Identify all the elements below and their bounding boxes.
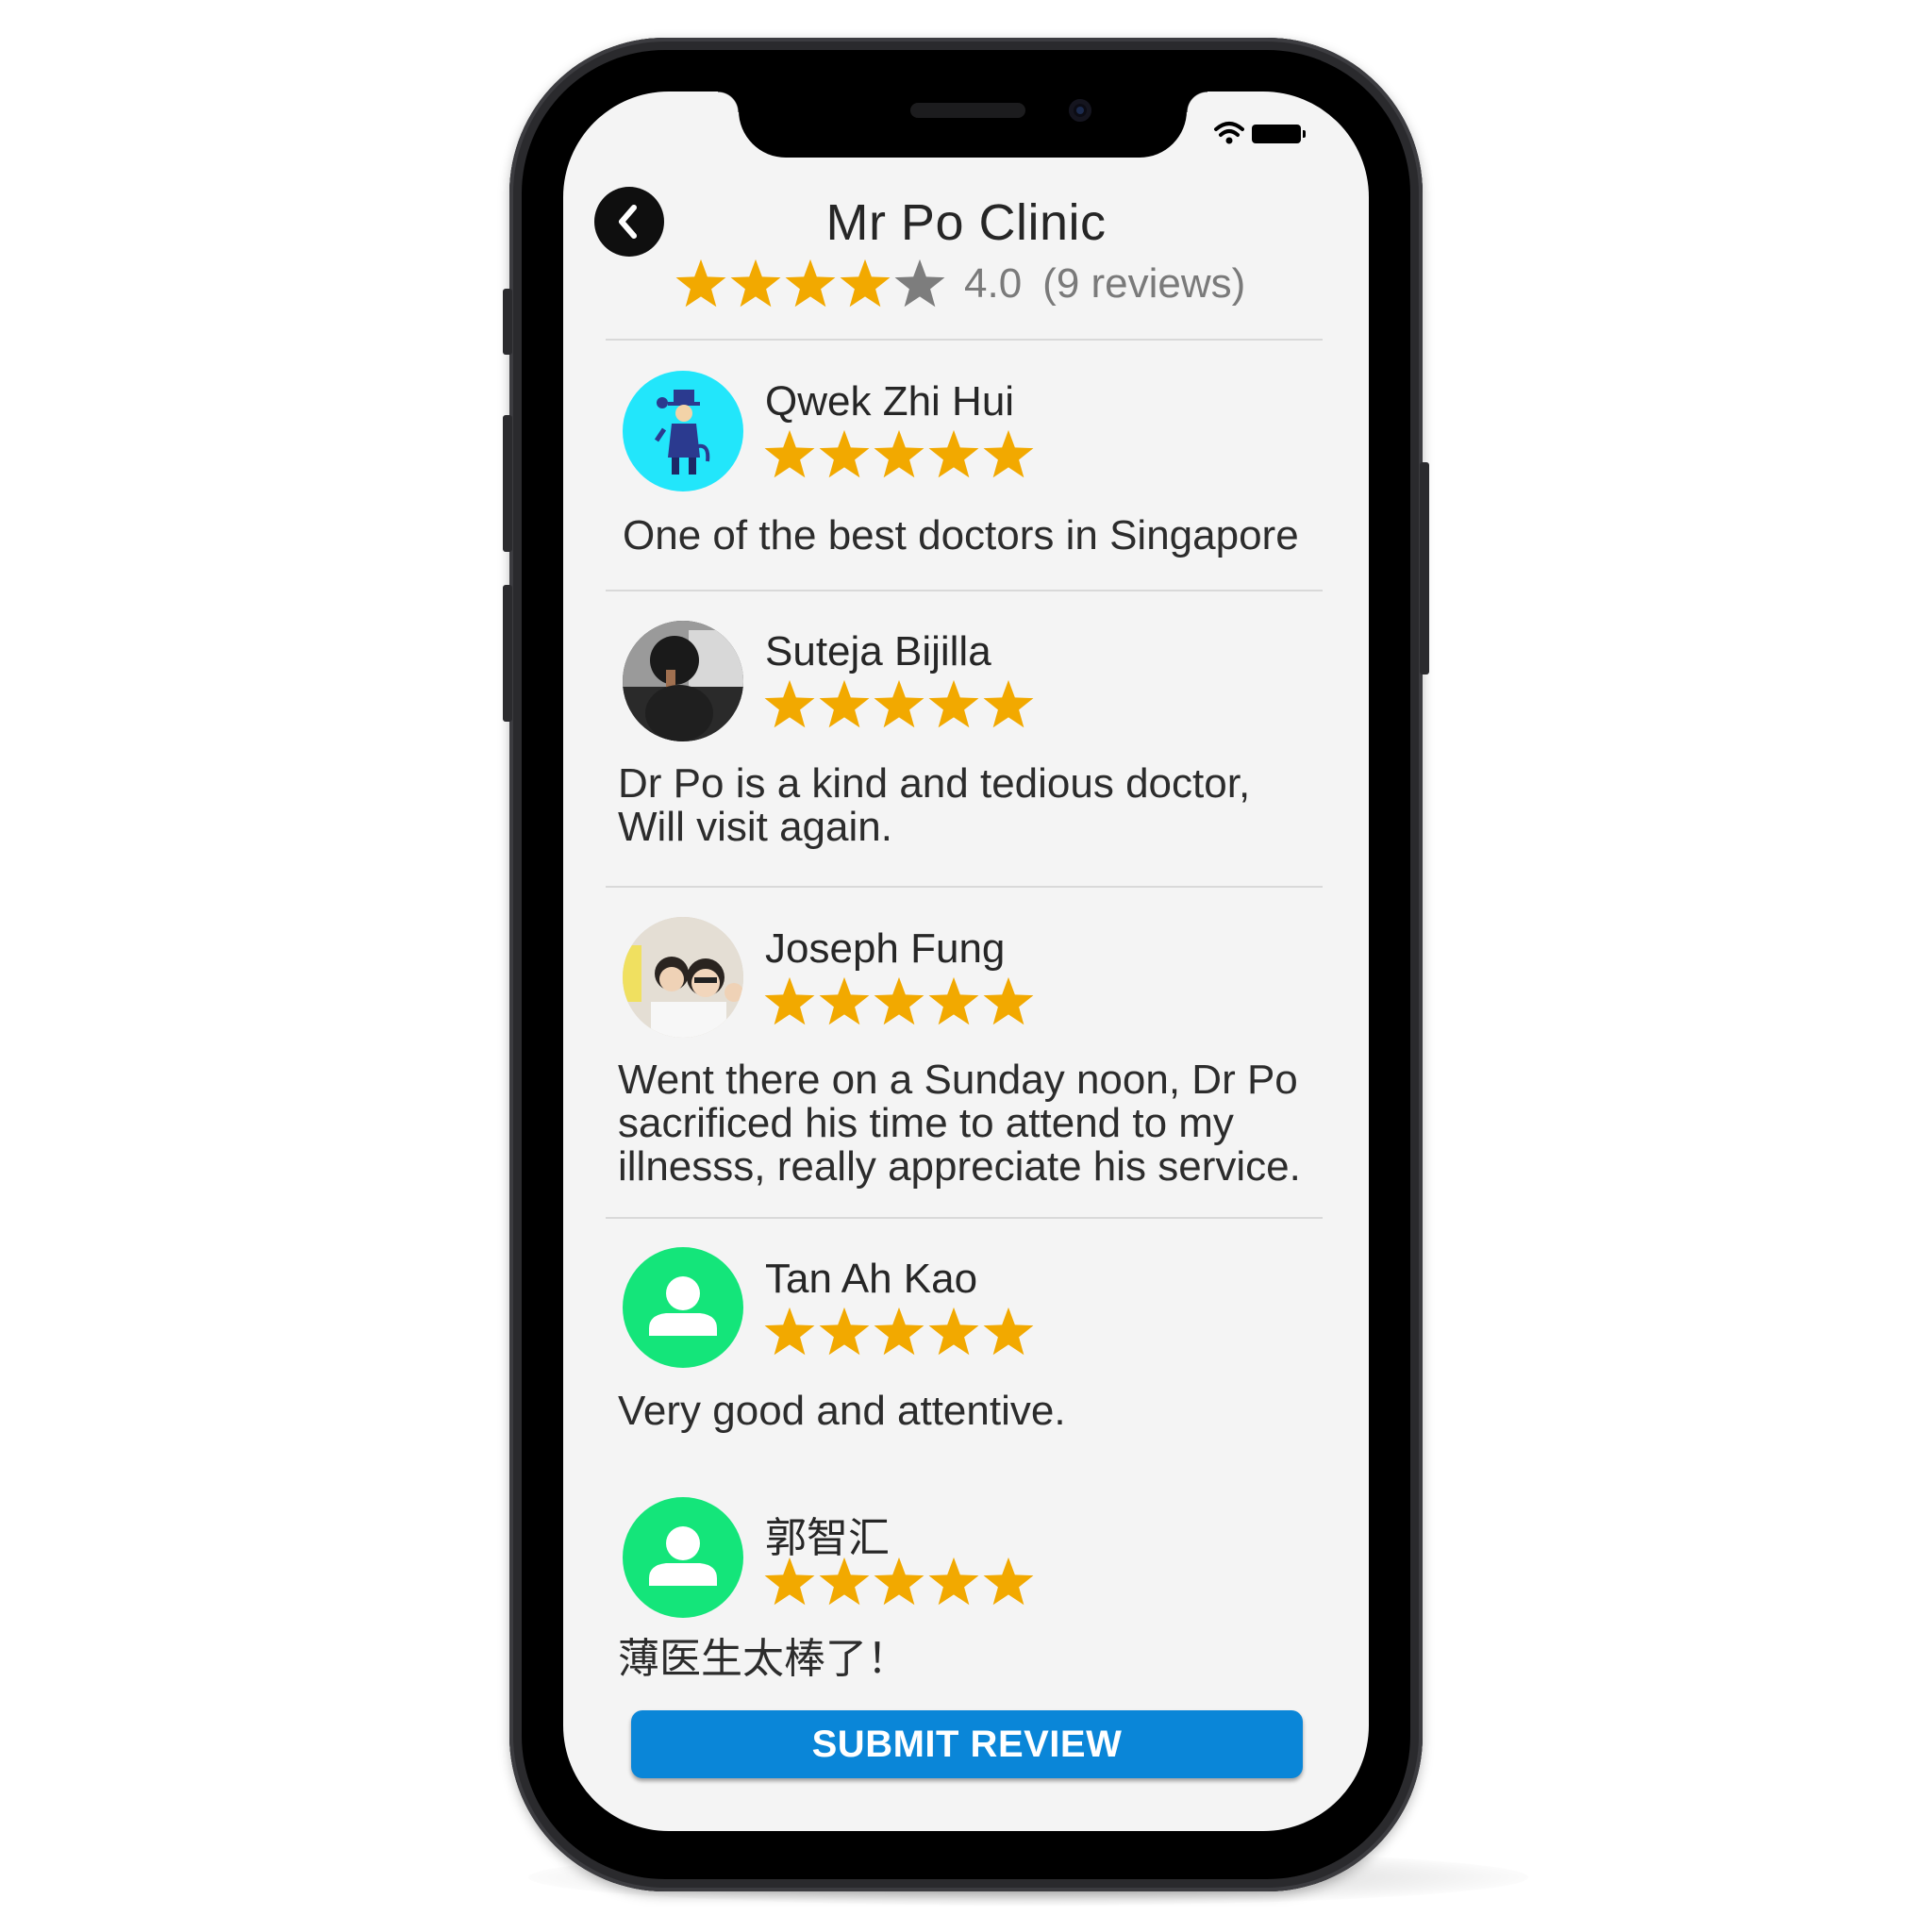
speaker-grille [910,103,1025,118]
star-icon [764,1307,815,1356]
star-icon [675,258,726,308]
review-stars [762,427,1036,482]
review-stars [762,677,1036,732]
volume-down-button [503,585,512,722]
app-screen: Mr Po Clinic 4.0 (9 reviews) Qwek Zhi Hu… [563,92,1369,1831]
star-icon [730,258,781,308]
front-camera [1069,99,1091,122]
review-comment: Very good and attentive. [618,1388,1066,1434]
star-icon [983,1307,1034,1356]
star-icon [983,679,1034,728]
star-icon [928,976,979,1025]
review-stars [762,974,1036,1029]
power-button [1420,462,1429,675]
star-icon [874,679,924,728]
rating-summary: 4.0 (9 reviews) [674,254,1245,314]
review-stars [762,1305,1036,1359]
star-icon [764,429,815,478]
review-comment: Went there on a Sunday noon, Dr Po sacri… [618,1058,1354,1189]
star-icon [983,976,1034,1025]
comment-line: Dr Po is a kind and tedious doctor, [618,760,1251,807]
rating-value: 4.0 [964,260,1023,307]
review-comment: Dr Po is a kind and tedious doctor, Will… [618,762,1354,849]
star-icon [874,976,924,1025]
reviews-count: (9 reviews) [1042,260,1246,307]
star-icon [785,258,836,308]
star-icon [928,429,979,478]
star-icon [928,1557,979,1606]
reviewer-name: Suteja Bijilla [765,628,991,675]
star-icon [894,258,945,308]
review-stars [762,1555,1036,1609]
comment-line: sacrificed his time to attend to my [618,1100,1234,1146]
divider [606,590,1323,591]
battery-icon [1252,125,1306,143]
reviewer-name: Joseph Fung [765,925,1006,972]
mute-switch [503,289,512,355]
star-icon [764,1557,815,1606]
star-icon [819,976,870,1025]
reviewer-name: Qwek Zhi Hui [765,378,1015,425]
star-icon [928,679,979,728]
star-icon [874,429,924,478]
submit-review-button[interactable]: SUBMIT REVIEW [631,1710,1303,1778]
wifi-icon [1214,120,1244,153]
star-icon [819,1557,870,1606]
review-comment: 薄医生太棒了！ [618,1636,908,1682]
reviewer-avatar [623,371,743,491]
photo-avatar [623,621,743,741]
user-icon [649,1526,717,1586]
rating-stars [674,257,947,311]
star-icon [874,1307,924,1356]
star-icon [764,679,815,728]
status-bar [1214,120,1327,148]
page-title: Mr Po Clinic [825,194,1107,251]
star-icon [819,429,870,478]
photo-avatar [623,917,743,1038]
star-icon [874,1557,924,1606]
reviewer-avatar [623,1247,743,1368]
star-icon [819,1307,870,1356]
reviewer-avatar [623,1497,743,1618]
divider [606,339,1323,341]
volume-up-button [503,415,512,552]
reviewer-avatar [623,621,743,741]
star-icon [764,976,815,1025]
comment-line: illnesss, really appreciate his service. [618,1143,1301,1190]
divider [606,1217,1323,1219]
comment-line: Will visit again. [618,804,892,850]
divider [606,886,1323,888]
reviewer-avatar [623,917,743,1038]
notch [718,92,1208,158]
cartoon-figure-avatar [654,390,710,475]
reviewer-name: Tan Ah Kao [765,1256,978,1302]
star-icon [983,1557,1034,1606]
comment-line: Went there on a Sunday noon, Dr Po [618,1057,1298,1103]
star-icon [983,429,1034,478]
user-icon [649,1276,717,1336]
star-icon [928,1307,979,1356]
review-comment: One of the best doctors in Singapore [623,512,1299,558]
star-icon [840,258,891,308]
star-icon [819,679,870,728]
